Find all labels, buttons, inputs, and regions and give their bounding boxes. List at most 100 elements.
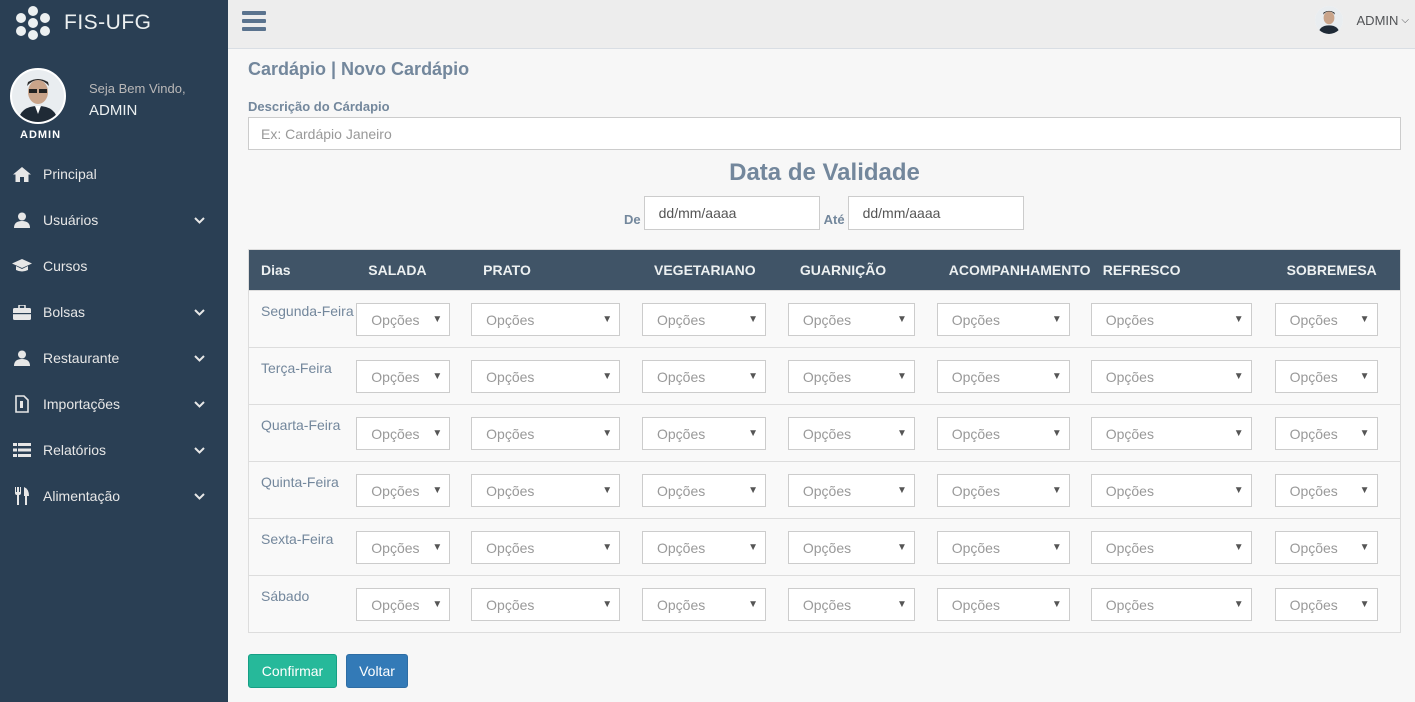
select-cell: Opções ▼ — [787, 347, 937, 405]
sidebar-item-cursos[interactable]: Cursos — [0, 243, 228, 289]
options-select[interactable]: Opções ▼ — [936, 474, 1070, 507]
options-select[interactable]: Opções ▼ — [471, 588, 621, 621]
user-menu[interactable]: ADMIN ⌵ — [1314, 6, 1409, 34]
select-placeholder: Opções — [486, 539, 535, 556]
back-button[interactable]: Voltar — [346, 654, 408, 688]
options-select[interactable]: Opções ▼ — [356, 588, 451, 621]
select-placeholder: Opções — [951, 368, 1000, 385]
description-input[interactable] — [248, 117, 1401, 150]
options-select[interactable]: Opções ▼ — [356, 360, 451, 393]
select-cell: Opções ▼ — [936, 518, 1091, 576]
options-select[interactable]: Opções ▼ — [642, 588, 766, 621]
sidebar-item-restaurante[interactable]: Restaurante — [0, 335, 228, 381]
select-placeholder: Opções — [951, 311, 1000, 328]
sidebar-item-usuarios[interactable]: Usuários — [0, 197, 228, 243]
options-select[interactable]: Opções ▼ — [1274, 360, 1378, 393]
from-label: De — [624, 211, 641, 227]
select-placeholder: Opções — [1289, 482, 1338, 499]
options-select[interactable]: Opções ▼ — [471, 474, 621, 507]
options-select[interactable]: Opções ▼ — [356, 474, 451, 507]
column-header: Dias — [248, 249, 357, 291]
options-select[interactable]: Opções ▼ — [936, 417, 1070, 450]
select-placeholder: Opções — [486, 596, 535, 613]
sidebar-item-relatorios[interactable]: Relatórios — [0, 427, 228, 473]
select-cell: Opções ▼ — [1090, 518, 1275, 576]
select-cell: Opções ▼ — [1090, 575, 1275, 633]
options-select[interactable]: Opções ▼ — [356, 531, 451, 564]
options-select[interactable]: Opções ▼ — [1090, 531, 1252, 564]
day-label: Quinta-Feira — [248, 461, 357, 519]
date-range: De Até — [624, 196, 1028, 230]
options-select[interactable]: Opções ▼ — [1274, 588, 1378, 621]
select-cell: Opções ▼ — [471, 290, 642, 348]
options-select[interactable]: Opções ▼ — [356, 303, 451, 336]
options-select[interactable]: Opções ▼ — [356, 417, 451, 450]
options-select[interactable]: Opções ▼ — [936, 531, 1070, 564]
confirm-button[interactable]: Confirmar — [248, 654, 337, 688]
select-placeholder: Opções — [657, 539, 706, 556]
caret-down-icon: ▼ — [602, 599, 613, 610]
options-select[interactable]: Opções ▼ — [471, 531, 621, 564]
options-select[interactable]: Opções ▼ — [1090, 303, 1252, 336]
options-select[interactable]: Opções ▼ — [787, 588, 915, 621]
date-to-input[interactable] — [847, 196, 1024, 230]
options-select[interactable]: Opções ▼ — [1090, 474, 1252, 507]
brand[interactable]: FIS-UFG — [0, 0, 228, 46]
options-select[interactable]: Opções ▼ — [787, 303, 915, 336]
caret-down-icon: ▼ — [432, 542, 443, 553]
options-select[interactable]: Opções ▼ — [642, 474, 766, 507]
options-select[interactable]: Opções ▼ — [1090, 417, 1252, 450]
caret-down-icon: ▼ — [1359, 542, 1370, 553]
options-select[interactable]: Opções ▼ — [642, 360, 766, 393]
select-cell: Opções ▼ — [1090, 290, 1275, 348]
chevron-down-icon — [192, 492, 206, 500]
sidebar-item-alimentacao[interactable]: Alimentação — [0, 473, 228, 519]
table-body: Segunda-Feira Opções ▼ Opções ▼ Opções ▼ Opções… — [248, 290, 1401, 633]
select-cell: Opções ▼ — [356, 575, 472, 633]
sidebar-item-importacoes[interactable]: Importações — [0, 381, 228, 427]
options-select[interactable]: Opções ▼ — [642, 303, 766, 336]
sidebar-item-label: Importações — [43, 396, 121, 412]
options-select[interactable]: Opções ▼ — [1274, 474, 1378, 507]
options-select[interactable]: Opções ▼ — [1090, 588, 1252, 621]
options-select[interactable]: Opções ▼ — [642, 531, 766, 564]
options-select[interactable]: Opções ▼ — [1274, 417, 1378, 450]
day-label: Sexta-Feira — [248, 518, 357, 576]
description-label: Descrição do Cárdapio — [248, 99, 390, 114]
caret-down-icon: ▼ — [896, 371, 907, 382]
avatar — [10, 68, 66, 124]
table-row: Sexta-Feira Opções ▼ Opções ▼ Opções ▼ Opções ▼ O… — [248, 518, 1401, 576]
select-cell: Opções ▼ — [787, 404, 937, 462]
options-select[interactable]: Opções ▼ — [787, 531, 915, 564]
caret-down-icon: ▼ — [1233, 599, 1244, 610]
menu-toggle-icon[interactable] — [242, 11, 266, 31]
sidebar-item-bolsas[interactable]: Bolsas — [0, 289, 228, 335]
options-select[interactable]: Opções ▼ — [787, 474, 915, 507]
sidebar-item-label: Bolsas — [43, 304, 86, 320]
select-cell: Opções ▼ — [356, 290, 472, 348]
caret-down-icon: ▼ — [1233, 542, 1244, 553]
select-placeholder: Opções — [802, 368, 852, 385]
sidebar: FIS-UFG ADMIN Seja Bem Vindo, ADMIN Prin… — [0, 0, 228, 702]
select-cell: Opções ▼ — [642, 404, 788, 462]
options-select[interactable]: Opções ▼ — [936, 588, 1070, 621]
options-select[interactable]: Opções ▼ — [471, 360, 621, 393]
options-select[interactable]: Opções ▼ — [787, 360, 915, 393]
options-select[interactable]: Opções ▼ — [1274, 531, 1378, 564]
options-select[interactable]: Opções ▼ — [471, 303, 621, 336]
select-placeholder: Opções — [486, 482, 535, 499]
options-select[interactable]: Opções ▼ — [471, 417, 621, 450]
select-placeholder: Opções — [1105, 539, 1154, 556]
options-select[interactable]: Opções ▼ — [936, 303, 1070, 336]
options-select[interactable]: Opções ▼ — [787, 417, 915, 450]
caret-down-icon: ▼ — [1051, 371, 1062, 382]
date-from-input[interactable] — [643, 196, 820, 230]
page-title: Cardápio | Novo Cardápio — [248, 59, 470, 79]
select-placeholder: Opções — [951, 539, 1000, 556]
options-select[interactable]: Opções ▼ — [936, 360, 1070, 393]
caret-down-icon: ▼ — [1233, 485, 1244, 496]
options-select[interactable]: Opções ▼ — [1090, 360, 1252, 393]
options-select[interactable]: Opções ▼ — [1274, 303, 1378, 336]
sidebar-item-principal[interactable]: Principal — [0, 151, 228, 197]
options-select[interactable]: Opções ▼ — [642, 417, 766, 450]
